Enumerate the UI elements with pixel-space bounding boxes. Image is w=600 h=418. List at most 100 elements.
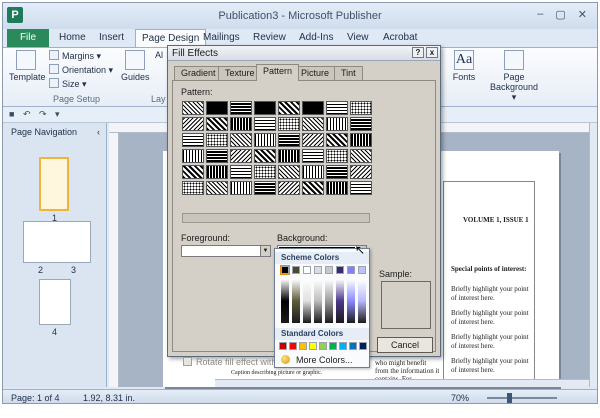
collapse-pane-icon[interactable]: ‹ xyxy=(97,123,100,141)
margins-button[interactable]: Margins ▾ xyxy=(49,50,101,62)
pattern-swatch[interactable] xyxy=(206,149,228,163)
foreground-dropdown[interactable]: ▼ xyxy=(181,245,271,257)
pattern-swatch[interactable] xyxy=(302,149,324,163)
template-button[interactable]: Template xyxy=(9,50,46,82)
pattern-swatch[interactable] xyxy=(278,117,300,131)
pattern-swatch[interactable] xyxy=(230,181,252,195)
scheme-shade-column[interactable] xyxy=(336,279,344,323)
help-button[interactable]: ? xyxy=(412,47,424,58)
zoom-slider-track[interactable] xyxy=(487,397,557,399)
tab-pattern[interactable]: Pattern xyxy=(256,64,300,81)
pattern-swatch[interactable] xyxy=(350,117,372,131)
zoom-level[interactable]: 70% xyxy=(451,393,469,403)
customize-qat-icon[interactable]: ▾ xyxy=(55,109,60,120)
more-colors-button[interactable]: More Colors... xyxy=(281,355,353,365)
standard-color-swatch[interactable] xyxy=(299,342,307,350)
scheme-shade-column[interactable] xyxy=(325,279,333,323)
pattern-swatch[interactable] xyxy=(230,117,252,131)
maximize-button[interactable]: ▢ xyxy=(555,8,565,21)
fonts-button[interactable]: Aa Fonts xyxy=(451,50,477,82)
scheme-color-swatch[interactable] xyxy=(280,265,290,275)
undo-icon[interactable]: ↶ xyxy=(23,109,31,120)
standard-color-swatch[interactable] xyxy=(279,342,287,350)
cancel-button[interactable]: Cancel xyxy=(377,337,433,353)
tab-home[interactable]: Home xyxy=(59,29,86,47)
pattern-swatch[interactable] xyxy=(326,133,348,147)
pattern-swatch[interactable] xyxy=(254,133,276,147)
pattern-swatch[interactable] xyxy=(326,181,348,195)
pattern-swatch[interactable] xyxy=(278,149,300,163)
tab-gradient[interactable]: Gradient xyxy=(174,66,223,81)
tab-insert[interactable]: Insert xyxy=(99,29,124,47)
pattern-swatch[interactable] xyxy=(206,117,228,131)
pattern-swatch[interactable] xyxy=(302,117,324,131)
pattern-swatch[interactable] xyxy=(182,101,204,115)
chevron-down-icon[interactable]: ▼ xyxy=(260,246,270,256)
pattern-swatch[interactable] xyxy=(350,149,372,163)
scheme-color-swatch[interactable] xyxy=(303,266,311,274)
scheme-color-swatch[interactable] xyxy=(358,266,366,274)
pattern-swatch[interactable] xyxy=(254,165,276,179)
vertical-scrollbar[interactable] xyxy=(589,123,597,387)
page-thumbnail-4[interactable] xyxy=(39,279,71,325)
scheme-color-swatch[interactable] xyxy=(314,266,322,274)
pattern-swatch[interactable] xyxy=(254,117,276,131)
pattern-swatch[interactable] xyxy=(278,101,300,115)
standard-color-swatch[interactable] xyxy=(289,342,297,350)
page-thumbnail-1[interactable] xyxy=(39,157,69,211)
pattern-swatch[interactable] xyxy=(230,101,252,115)
tab-picture[interactable]: Picture xyxy=(294,66,337,81)
pattern-swatch[interactable] xyxy=(302,165,324,179)
standard-color-swatch[interactable] xyxy=(359,342,367,350)
page-count-status[interactable]: Page: 1 of 4 xyxy=(11,393,60,403)
pattern-swatch[interactable] xyxy=(350,181,372,195)
pattern-swatch[interactable] xyxy=(182,133,204,147)
standard-color-swatch[interactable] xyxy=(329,342,337,350)
zoom-slider-thumb[interactable] xyxy=(507,393,512,403)
scheme-shade-column[interactable] xyxy=(347,279,355,323)
pattern-swatch[interactable] xyxy=(230,133,252,147)
standard-color-swatch[interactable] xyxy=(319,342,327,350)
tab-tint[interactable]: Tint xyxy=(334,66,363,81)
scheme-shade-column[interactable] xyxy=(281,279,289,323)
scheme-color-swatch[interactable] xyxy=(292,266,300,274)
tab-file[interactable]: File xyxy=(7,29,49,47)
standard-color-swatch[interactable] xyxy=(339,342,347,350)
scheme-color-swatch[interactable] xyxy=(325,266,333,274)
pattern-swatch[interactable] xyxy=(182,165,204,179)
pattern-swatch[interactable] xyxy=(350,165,372,179)
page-background-button[interactable]: Page Background ▾ xyxy=(489,50,539,103)
pattern-swatch[interactable] xyxy=(326,117,348,131)
pattern-swatch[interactable] xyxy=(350,101,372,115)
pattern-swatch[interactable] xyxy=(206,133,228,147)
pattern-swatch[interactable] xyxy=(302,133,324,147)
scheme-shade-column[interactable] xyxy=(314,279,322,323)
scheme-color-swatch[interactable] xyxy=(347,266,355,274)
standard-color-swatch[interactable] xyxy=(309,342,317,350)
pattern-swatch[interactable] xyxy=(182,181,204,195)
orientation-button[interactable]: Orientation ▾ xyxy=(49,64,113,76)
pattern-swatch[interactable] xyxy=(254,181,276,195)
redo-icon[interactable]: ↷ xyxy=(39,109,47,120)
scheme-color-swatch[interactable] xyxy=(336,266,344,274)
pattern-swatch[interactable] xyxy=(206,181,228,195)
pattern-swatch[interactable] xyxy=(326,101,348,115)
pattern-swatch[interactable] xyxy=(350,133,372,147)
page-thumbnail-2-3[interactable] xyxy=(23,221,91,263)
pattern-swatch[interactable] xyxy=(182,117,204,131)
scheme-shade-column[interactable] xyxy=(358,279,366,323)
save-icon[interactable]: ■ xyxy=(9,109,14,119)
scheme-shade-column[interactable] xyxy=(303,279,311,323)
pattern-swatch[interactable] xyxy=(302,181,324,195)
horizontal-scrollbar[interactable] xyxy=(215,379,589,387)
minimize-button[interactable]: – xyxy=(537,8,543,21)
pattern-swatch[interactable] xyxy=(278,165,300,179)
size-button[interactable]: Size ▾ xyxy=(49,78,87,90)
guides-button[interactable]: Guides xyxy=(121,50,150,82)
pattern-swatch[interactable] xyxy=(278,133,300,147)
pattern-swatch[interactable] xyxy=(326,149,348,163)
pattern-swatch[interactable] xyxy=(278,181,300,195)
pattern-swatch[interactable] xyxy=(206,165,228,179)
pattern-swatch[interactable] xyxy=(302,101,324,115)
pattern-swatch[interactable] xyxy=(230,165,252,179)
